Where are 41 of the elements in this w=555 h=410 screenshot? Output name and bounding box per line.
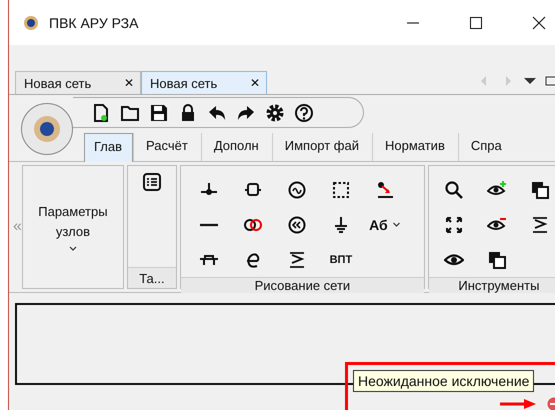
document-tab[interactable]: Новая сеть ✕ — [141, 71, 267, 94]
tab-label: Новая сеть — [24, 76, 92, 90]
new-file-icon[interactable] — [91, 102, 111, 122]
ribbon-tab[interactable]: Норматив — [372, 133, 458, 161]
search-icon[interactable] — [444, 180, 464, 200]
tab-navigation-icon[interactable] — [480, 74, 555, 88]
pointer-arrow — [500, 399, 536, 409]
app-menu-button[interactable] — [21, 103, 73, 155]
node-parameters-button[interactable]: Параметры узлов — [22, 166, 123, 288]
ribbon-tab[interactable]: Расчёт — [133, 133, 201, 161]
help-icon[interactable] — [294, 102, 314, 122]
group-label: Та... — [128, 267, 176, 288]
text-style-button[interactable]: Аб — [362, 207, 407, 242]
tab-close-button[interactable]: ✕ — [124, 76, 134, 90]
dashed-square-icon[interactable] — [330, 180, 351, 200]
close-icon[interactable] — [532, 16, 546, 30]
ribbon-tab[interactable]: Импорт фай — [272, 133, 372, 161]
list-icon[interactable] — [142, 172, 162, 192]
expand-icon[interactable] — [444, 214, 464, 234]
window-title: ПВК АРУ РЗА — [49, 14, 138, 30]
sine-circle-icon[interactable] — [286, 180, 307, 200]
sun-logo-icon — [32, 114, 62, 144]
ribbon-tab[interactable]: Глав — [84, 133, 134, 162]
chevron-circle-icon[interactable] — [286, 214, 307, 234]
ribbon-tab[interactable]: Спра — [458, 133, 515, 161]
tab-close-button[interactable]: ✕ — [250, 76, 260, 90]
copy-icon[interactable] — [530, 180, 550, 200]
chevron-down-icon — [392, 222, 401, 228]
error-tooltip: Неожиданное исключение — [353, 370, 534, 392]
chevron-down-icon — [68, 246, 77, 252]
ribbon-tab[interactable]: Дополн — [200, 133, 272, 161]
maximize-icon[interactable] — [469, 16, 483, 30]
settings-icon[interactable] — [265, 102, 285, 122]
tab-label: Новая сеть — [150, 76, 218, 90]
document-tab[interactable]: Новая сеть ✕ — [15, 71, 141, 94]
group-label: Рисование сети — [180, 277, 424, 293]
layers-icon[interactable] — [487, 250, 508, 270]
group-label: Инструменты — [428, 277, 555, 293]
tool-button[interactable]: ВПТ — [318, 242, 363, 277]
save-icon[interactable] — [149, 102, 169, 122]
sun-logo-icon — [23, 14, 39, 30]
